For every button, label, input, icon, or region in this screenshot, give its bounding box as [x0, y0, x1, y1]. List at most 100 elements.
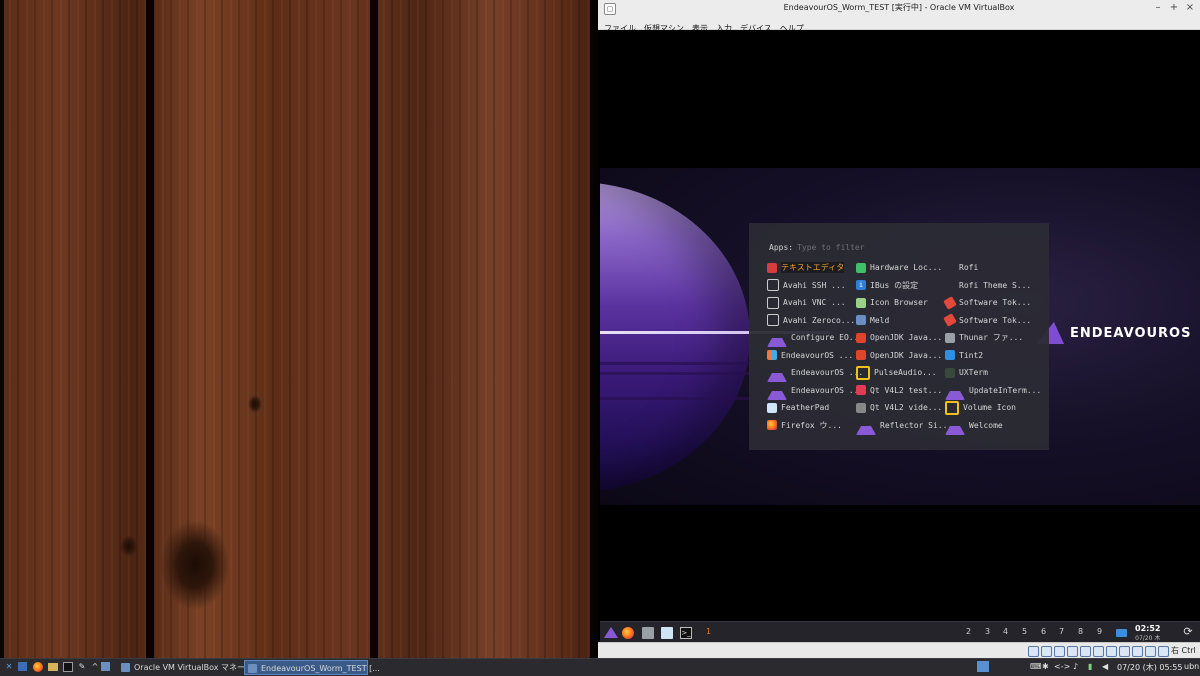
power-icon[interactable]: ⟳ [1182, 626, 1194, 638]
optical-drive-icon[interactable] [1041, 646, 1052, 657]
app-item[interactable]: FeatherPad [767, 401, 829, 414]
volume-icon[interactable]: ◀ [1102, 662, 1108, 672]
file-manager-icon[interactable] [642, 627, 654, 639]
workspace-6[interactable]: 6 [1041, 627, 1046, 636]
shared-folder-icon[interactable] [1093, 646, 1104, 657]
workspace-9[interactable]: 9 [1097, 627, 1102, 636]
app-label: Avahi VNC ... [783, 298, 846, 307]
guest-clock[interactable]: 02:52 07/20 木 [1135, 624, 1160, 642]
folder-icon[interactable] [48, 663, 58, 671]
hard-disk-icon[interactable] [1028, 646, 1039, 657]
app-label: UXTerm [959, 368, 988, 377]
app-item[interactable]: Icon Browser [856, 296, 928, 309]
task-virtualbox-manager[interactable]: Oracle VM VirtualBox マネー... [118, 660, 253, 675]
network-icon[interactable]: ⌨ [1030, 662, 1042, 672]
app-item[interactable]: Reflector Si... [856, 419, 952, 435]
qt-video-icon [856, 402, 866, 413]
firefox-icon[interactable] [622, 627, 634, 639]
app-item[interactable]: Welcome [945, 419, 1003, 435]
app-item[interactable]: Avahi VNC ... [767, 296, 846, 309]
host-clock[interactable]: 07/20 (木) 05:55 [1117, 662, 1182, 673]
app-item[interactable]: EndeavourOS ... [767, 384, 863, 400]
app-item[interactable]: Meld [856, 314, 889, 327]
app-item[interactable]: OpenJDK Java... [856, 349, 942, 362]
app-item[interactable]: Rofi [945, 261, 978, 274]
app-item[interactable]: Software Tok... [943, 295, 1032, 310]
workspace-2[interactable]: 2 [966, 627, 971, 636]
desktop-wallpaper [0, 0, 600, 658]
workspace-1[interactable]: 1 [706, 627, 711, 636]
app-label: Avahi SSH ... [783, 280, 846, 290]
endeavouros-icon [767, 328, 787, 347]
clock-time: 02:52 [1135, 624, 1161, 633]
close-icon[interactable]: × [1184, 0, 1196, 16]
display-icon[interactable] [1106, 646, 1117, 657]
monitor-icon [767, 314, 779, 326]
notification-bell-icon[interactable]: ♪ [1073, 662, 1078, 672]
mouse-integration-icon[interactable] [1145, 646, 1156, 657]
app-item[interactable]: Thunar ファ... [945, 331, 1023, 344]
workspace-5[interactable]: 5 [1022, 627, 1027, 636]
volume-icon [945, 400, 959, 415]
workspace-3[interactable]: 3 [985, 627, 990, 636]
recording-icon[interactable] [1119, 646, 1130, 657]
app-item[interactable]: Qt V4L2 vide... [856, 401, 942, 414]
terminal-icon[interactable]: >_ [680, 627, 692, 639]
bluetooth-icon[interactable]: ✱ [1042, 662, 1049, 672]
app-item[interactable]: Firefox ウ... [767, 419, 842, 432]
app-item[interactable]: Avahi SSH ... [767, 279, 846, 292]
app-item[interactable]: UXTerm [945, 366, 988, 379]
app-item[interactable]: Volume Icon [945, 400, 1016, 415]
app-label: Firefox ウ... [781, 420, 842, 430]
app-label: Configure EO... [791, 333, 864, 342]
show-desktop-icon[interactable] [18, 662, 27, 671]
network-icon[interactable] [1067, 646, 1078, 657]
workspace-4[interactable]: 4 [1003, 627, 1008, 636]
app-item[interactable]: PulseAudio... [856, 365, 937, 380]
audio-icon[interactable] [1054, 646, 1065, 657]
guest-screen[interactable]: ENDEAVOUROS Apps: Type to filter テキストエディタ… [600, 30, 1200, 642]
app-item[interactable]: Hardware Loc... [856, 261, 942, 274]
featherpad-icon[interactable] [661, 627, 673, 639]
app-item[interactable]: EndeavourOS ... [767, 349, 853, 362]
app-item[interactable]: Tint2 [945, 349, 983, 362]
app-item[interactable]: EndeavourOS ... [767, 366, 863, 382]
arrows-icon[interactable]: <-> [1054, 662, 1070, 672]
task-endeavouros-vm[interactable]: EndeavourOS_Worm_TEST [... [244, 660, 380, 675]
blank-icon [945, 280, 955, 290]
workspace-7[interactable]: 7 [1059, 627, 1064, 636]
virtualbox-icon[interactable] [101, 662, 110, 671]
minimize-icon[interactable]: – [1152, 0, 1164, 16]
app-item[interactable]: テキストエディタ [767, 261, 845, 274]
rofi-prompt[interactable]: Apps: Type to filter [769, 243, 865, 252]
app-item[interactable]: Qt V4L2 test... [856, 384, 942, 397]
vm-thumbnail-icon[interactable] [977, 661, 989, 672]
start-menu-icon[interactable]: ✕ [4, 662, 14, 672]
keyboard-icon[interactable] [1116, 629, 1127, 637]
cpu-icon[interactable] [1132, 646, 1143, 657]
workspace-8[interactable]: 8 [1078, 627, 1083, 636]
usb-icon[interactable] [1080, 646, 1091, 657]
filter-input[interactable]: Type to filter [797, 243, 864, 252]
battery-icon[interactable]: ▮ [1088, 662, 1092, 672]
app-label: Software Tok... [959, 298, 1032, 307]
user-name[interactable]: ubn [1184, 662, 1199, 671]
window-titlebar[interactable]: ▢ EndeavourOS_Worm_TEST [実行中] - Oracle V… [598, 0, 1200, 17]
clock-date: 07/20 木 [1135, 635, 1161, 642]
java-icon [856, 332, 866, 343]
maximize-icon[interactable]: + [1168, 0, 1180, 16]
app-label: テキストエディタ [781, 262, 845, 273]
host-key-icon[interactable] [1158, 646, 1169, 657]
endeavouros-menu-icon[interactable] [604, 627, 618, 638]
app-item[interactable]: Software Tok... [943, 313, 1031, 327]
firefox-icon[interactable] [33, 662, 43, 672]
text-editor-icon[interactable]: ✎ [77, 662, 87, 672]
app-item[interactable]: Configure EO... [767, 328, 864, 347]
app-item[interactable]: i IBus の設定 [856, 279, 918, 292]
app-item[interactable]: Avahi Zeroco... [767, 314, 855, 327]
app-item[interactable]: UpdateInTerm... [945, 384, 1041, 400]
app-item[interactable]: OpenJDK Java... [856, 331, 942, 344]
terminal-icon[interactable] [63, 662, 73, 672]
app-item[interactable]: Rofi Theme S... [945, 279, 1031, 292]
chevron-up-icon[interactable]: ^ [90, 662, 100, 672]
